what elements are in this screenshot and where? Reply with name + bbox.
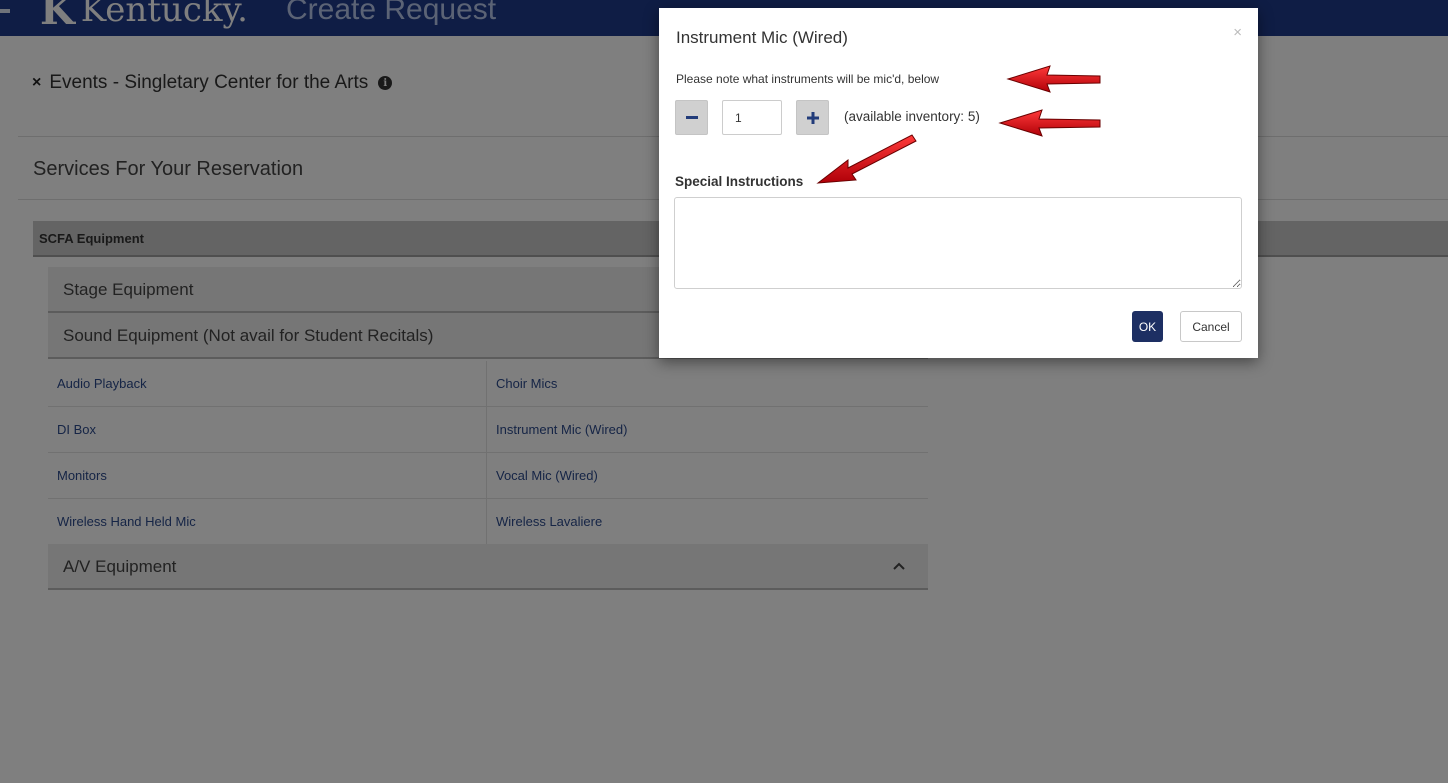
available-inventory: (available inventory: 5) bbox=[844, 109, 980, 124]
plus-icon bbox=[806, 111, 819, 124]
cancel-button[interactable]: Cancel bbox=[1180, 311, 1242, 342]
quantity-input[interactable] bbox=[722, 100, 782, 135]
ok-button[interactable]: OK bbox=[1132, 311, 1163, 342]
dialog-title: Instrument Mic (Wired) bbox=[676, 28, 848, 47]
minus-icon bbox=[685, 115, 698, 119]
special-instructions-label: Special Instructions bbox=[675, 174, 804, 189]
instrument-mic-dialog: Instrument Mic (Wired) × Please note wha… bbox=[659, 8, 1258, 358]
dialog-note: Please note what instruments will be mic… bbox=[676, 72, 940, 86]
close-icon[interactable]: × bbox=[1233, 24, 1242, 41]
increase-quantity-button[interactable] bbox=[796, 100, 829, 135]
special-instructions-input[interactable] bbox=[674, 197, 1242, 289]
decrease-quantity-button[interactable] bbox=[675, 100, 708, 135]
